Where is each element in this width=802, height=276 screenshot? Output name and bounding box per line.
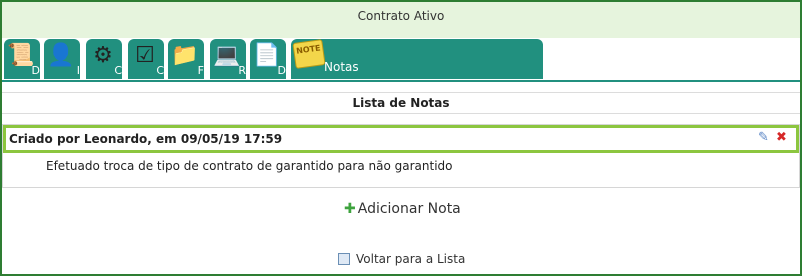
tab-d1[interactable]: 📜 D xyxy=(4,39,40,79)
folder-icon: 📁 xyxy=(171,43,199,68)
note-card: Criado por Leonardo, em 09/05/19 17:59 ✎… xyxy=(2,124,800,188)
tab-notas-label: Notas xyxy=(324,60,359,74)
note-icon: NOTE xyxy=(292,39,326,69)
tab-c1[interactable]: ⚙ C xyxy=(86,39,122,79)
app-frame: Contrato Ativo 📜 D 👤 I ⚙ C ☑ C 📁 F 💻 R 📄 xyxy=(0,0,802,276)
tab-notas[interactable]: NOTE Notas xyxy=(291,39,543,79)
delete-x-icon[interactable]: ✖ xyxy=(776,130,790,146)
tab-c2[interactable]: ☑ C xyxy=(128,39,164,79)
tab-d2[interactable]: 📄 D xyxy=(250,39,286,79)
tab-f[interactable]: 📁 F xyxy=(168,39,204,79)
tab-i[interactable]: 👤 I xyxy=(44,39,80,79)
tab-d1-letter: D xyxy=(31,64,40,77)
list-title: Lista de Notas xyxy=(2,92,800,114)
tab-i-letter: I xyxy=(76,64,80,77)
add-note-link[interactable]: ✚ Adicionar Nota xyxy=(344,201,461,217)
tab-c2-letter: C xyxy=(156,64,164,77)
tabs-divider xyxy=(2,80,800,82)
person-icon: 👤 xyxy=(47,43,75,68)
tab-d2-letter: D xyxy=(277,64,286,77)
list-icon xyxy=(338,253,350,265)
tabs-row: 📜 D 👤 I ⚙ C ☑ C 📁 F 💻 R 📄 D NOTE Notas xyxy=(2,38,800,80)
edit-pencil-icon[interactable]: ✎ xyxy=(758,130,772,146)
tab-r-letter: R xyxy=(238,64,246,77)
tab-c1-letter: C xyxy=(114,64,122,77)
header-title: Contrato Ativo xyxy=(357,9,445,23)
note-header: Criado por Leonardo, em 09/05/19 17:59 ✎… xyxy=(3,125,799,153)
back-to-list-link[interactable]: Voltar para a Lista xyxy=(338,252,465,266)
tab-r[interactable]: 💻 R xyxy=(210,39,246,79)
back-label: Voltar para a Lista xyxy=(356,252,466,266)
add-note-label: Adicionar Nota xyxy=(357,201,461,217)
contract-header: Contrato Ativo xyxy=(2,2,800,38)
note-header-text: Criado por Leonardo, em 09/05/19 17:59 xyxy=(9,132,283,146)
note-body: Efetuado troca de tipo de contrato de ga… xyxy=(46,159,453,173)
plus-icon: ✚ xyxy=(344,201,356,217)
tab-f-letter: F xyxy=(197,64,204,77)
